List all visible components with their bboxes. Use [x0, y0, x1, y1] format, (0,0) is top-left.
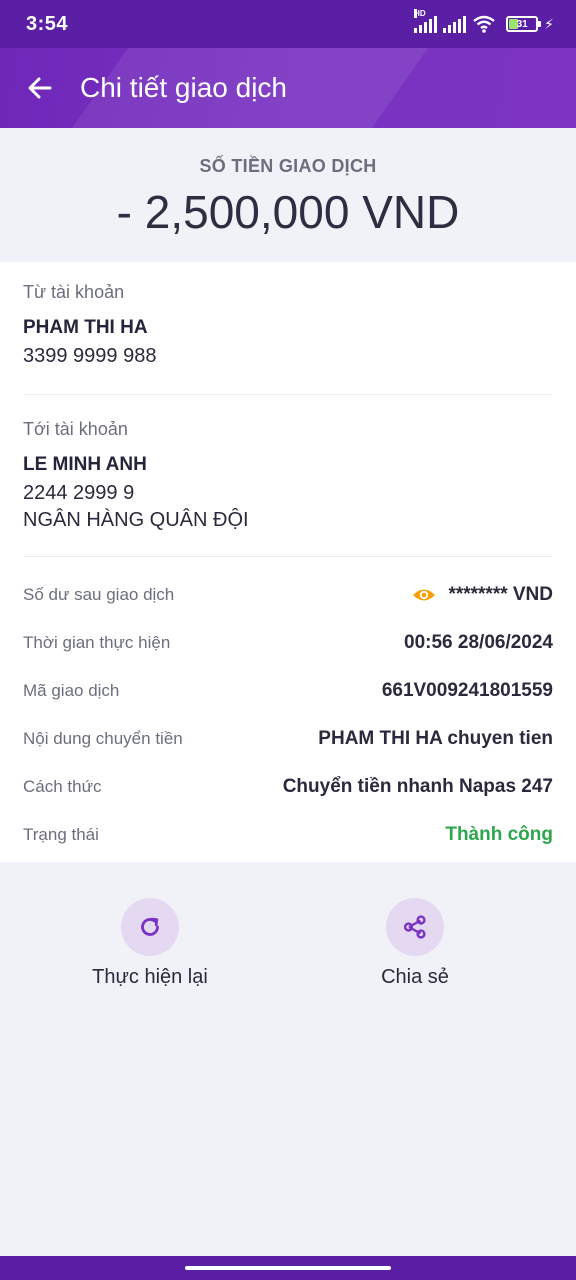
content-value: PHAM THI HA chuyen tien — [318, 728, 553, 749]
amount-section: SỐ TIỀN GIAO DỊCH - 2,500,000 VND — [0, 128, 576, 262]
status-icons: HD 31 ⚡ — [414, 9, 554, 33]
balance-value: ******** VND — [448, 584, 553, 605]
charging-icon: ⚡ — [544, 15, 554, 32]
from-account-name: PHAM THI HA — [23, 317, 148, 338]
time-row: Thời gian thực hiện 00:56 28/06/2024 — [23, 619, 553, 667]
time-value: 00:56 28/06/2024 — [404, 632, 553, 653]
status-value: Thành công — [445, 824, 553, 845]
share-button[interactable]: Chia sẻ — [335, 898, 495, 989]
code-row: Mã giao dịch 661V009241801559 — [23, 667, 553, 715]
page-title: Chi tiết giao dịch — [80, 72, 288, 103]
home-handle[interactable] — [185, 1266, 391, 1270]
system-nav-bar — [0, 1256, 576, 1280]
to-account-number: 2244 2999 9 — [23, 482, 135, 504]
content-label: Nội dung chuyển tiền — [23, 729, 183, 748]
redo-circle[interactable] — [121, 898, 179, 956]
to-account-label: Tới tài khoản — [23, 419, 128, 439]
status-row: Trạng thái Thành công — [23, 811, 553, 859]
from-account-block: Từ tài khoản PHAM THI HA 3399 9999 988 — [23, 262, 553, 368]
method-label: Cách thức — [23, 777, 102, 796]
from-account-label: Từ tài khoản — [23, 282, 125, 302]
to-account-name: LE MINH ANH — [23, 454, 147, 475]
detail-rows: Số dư sau giao dịch ******** VND Thời gi… — [23, 557, 553, 859]
time-label: Thời gian thực hiện — [23, 633, 171, 652]
amount-value: - 2,500,000 VND — [116, 186, 460, 238]
battery-level: 31 — [516, 18, 528, 30]
redo-label: Thực hiện lại — [92, 966, 208, 988]
share-label: Chia sẻ — [381, 966, 449, 988]
hd-label: HD — [414, 9, 426, 18]
arrow-left-icon[interactable] — [24, 72, 56, 104]
balance-value-wrap: ******** VND — [412, 584, 553, 606]
balance-row: Số dư sau giao dịch ******** VND — [23, 571, 553, 619]
signal-icon: HD — [414, 9, 438, 33]
status-bar: 3:54 HD 31 ⚡ — [0, 0, 576, 48]
eye-icon[interactable] — [412, 587, 436, 603]
to-account-bank: NGÂN HÀNG QUÂN ĐỘI — [23, 509, 249, 531]
action-bar: Thực hiện lại Chia sẻ — [0, 898, 576, 998]
signal-icon-2 — [443, 15, 467, 33]
share-circle[interactable] — [386, 898, 444, 956]
method-value: Chuyển tiền nhanh Napas 247 — [282, 776, 553, 797]
transaction-details: Từ tài khoản PHAM THI HA 3399 9999 988 T… — [0, 262, 576, 862]
code-label: Mã giao dịch — [23, 681, 120, 700]
from-account-number: 3399 9999 988 — [23, 345, 157, 367]
code-value: 661V009241801559 — [381, 680, 553, 701]
share-icon — [403, 915, 426, 939]
to-account-block: Tới tài khoản LE MINH ANH 2244 2999 9 NG… — [23, 395, 553, 532]
status-time: 3:54 — [26, 12, 69, 35]
balance-label: Số dư sau giao dịch — [23, 585, 175, 604]
refresh-icon — [141, 917, 159, 936]
wifi-icon — [473, 15, 495, 33]
amount-label: SỐ TIỀN GIAO DỊCH — [199, 156, 377, 176]
method-row: Cách thức Chuyển tiền nhanh Napas 247 — [23, 763, 553, 811]
content-row: Nội dung chuyển tiền PHAM THI HA chuyen … — [23, 715, 553, 763]
status-label: Trạng thái — [23, 825, 99, 844]
redo-button[interactable]: Thực hiện lại — [70, 898, 230, 989]
app-bar: Chi tiết giao dịch — [0, 48, 576, 128]
battery-icon: 31 — [506, 16, 542, 32]
